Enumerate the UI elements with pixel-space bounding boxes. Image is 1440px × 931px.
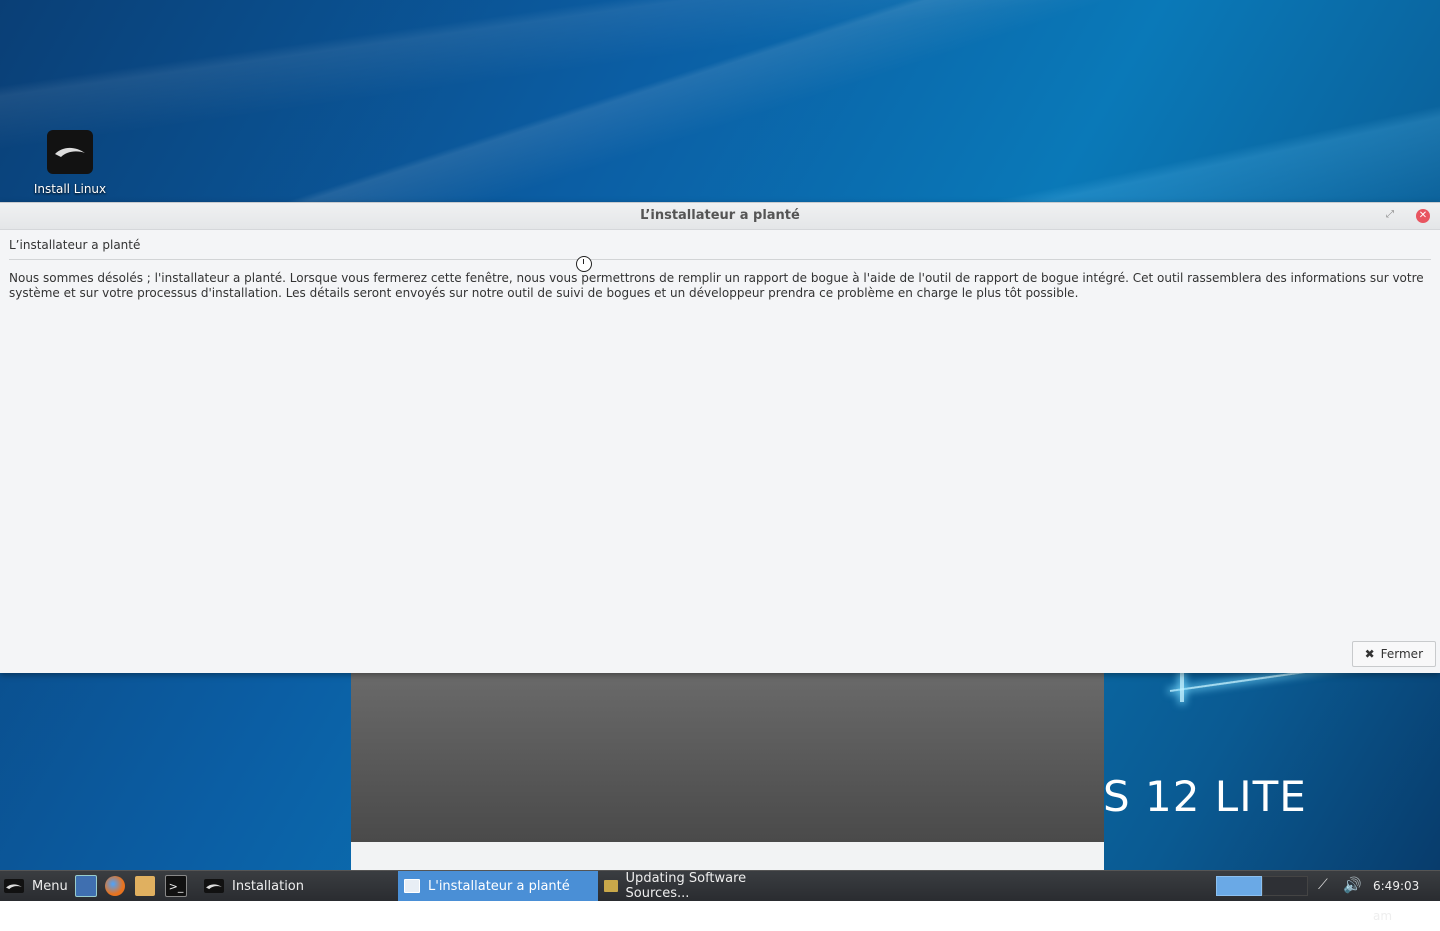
task-label: Updating Software Sources... [625, 871, 747, 901]
fermer-button-label: Fermer [1380, 647, 1423, 661]
install-linux-desktop-icon[interactable]: Install Linux [28, 130, 112, 196]
menu-label: Menu [32, 878, 68, 894]
slideshow-image [351, 672, 1104, 842]
task-crash-dialog[interactable]: L'installateur a planté [398, 871, 598, 901]
dialog-heading: L’installateur a planté [9, 238, 141, 252]
terminal-launcher[interactable]: >_ [165, 871, 187, 901]
fermer-button[interactable]: ✖ Fermer [1351, 641, 1436, 667]
terminal-icon: >_ [165, 875, 187, 897]
dialog-title: L’installateur a planté [640, 208, 800, 223]
task-updating-sources[interactable]: Updating Software Sources... [598, 871, 808, 901]
firefox-launcher[interactable] [105, 871, 125, 901]
files-launcher[interactable] [135, 871, 155, 901]
task-label: L'installateur a planté [428, 878, 570, 894]
clock[interactable]: 6:49:03 am [1373, 871, 1440, 923]
desktop-icon-label: Install Linux [33, 182, 107, 196]
installer-app-icon [204, 879, 224, 893]
show-desktop-launcher[interactable] [75, 871, 97, 901]
workspace-2[interactable] [1262, 876, 1308, 896]
task-installation[interactable]: Installation [198, 871, 398, 901]
firefox-icon [105, 876, 125, 896]
brand-text: S 12 LITE [1103, 772, 1307, 821]
divider [9, 259, 1431, 260]
busy-cursor-icon [576, 256, 592, 272]
home-folder-icon [135, 876, 155, 896]
network-icon[interactable]: ⟋ [1318, 877, 1328, 893]
installer-slideshow-window [351, 672, 1104, 870]
workspace-1[interactable] [1216, 876, 1262, 896]
window-icon [404, 879, 420, 893]
task-label: Installation [232, 878, 305, 894]
menu-button[interactable]: Menu [4, 871, 68, 901]
mint-menu-icon [4, 879, 24, 893]
crash-dialog: L’installateur a planté ⤢ ✕ L’installate… [0, 202, 1440, 673]
volume-icon[interactable]: 🔊 [1343, 876, 1362, 894]
light-streak [1180, 672, 1184, 702]
close-icon[interactable]: ✕ [1416, 209, 1430, 223]
desktop-icon [75, 875, 97, 897]
taskbar: Menu >_ Installation L'installateur a pl… [0, 870, 1440, 923]
installer-bottom-bar [351, 842, 1104, 870]
mint-logo-icon [47, 130, 93, 174]
close-x-icon: ✖ [1364, 647, 1375, 661]
dialog-titlebar[interactable]: L’installateur a planté ⤢ ✕ [0, 203, 1440, 230]
restore-icon[interactable]: ⤢ [1386, 210, 1396, 220]
dialog-message: Nous sommes désolés ; l'installateur a p… [9, 271, 1424, 300]
package-icon [604, 880, 618, 892]
